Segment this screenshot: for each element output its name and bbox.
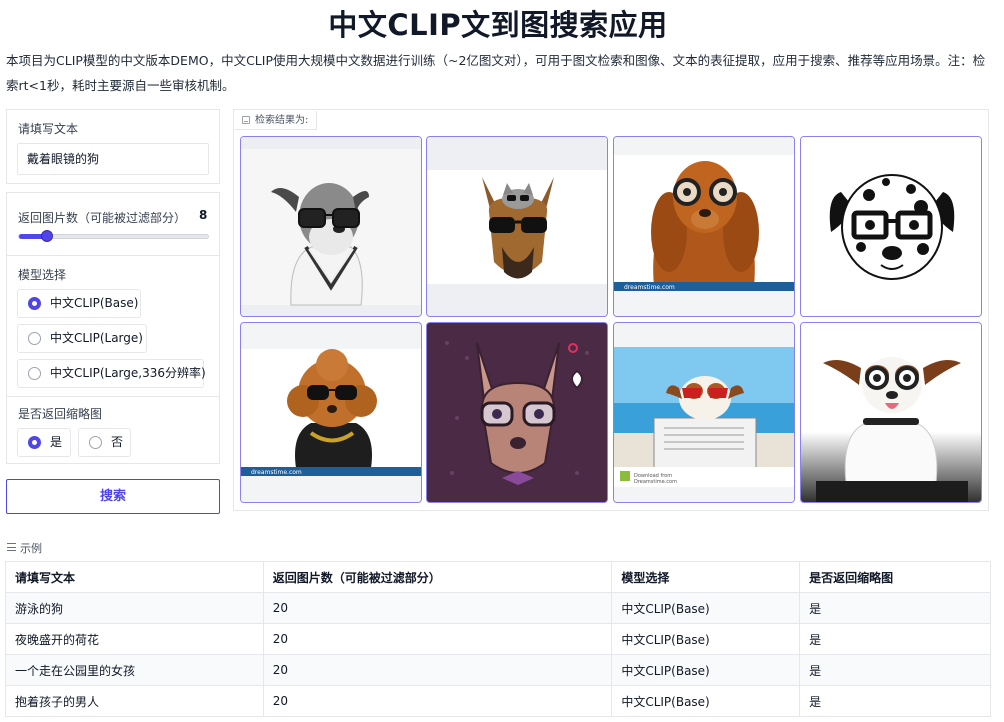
query-panel: 请填写文本 戴着眼镜的狗 [6,109,220,184]
result-image-7[interactable]: Download from Dreamstime.com [613,322,795,503]
thumbnail-option-2[interactable]: 否 [78,428,131,457]
model-option-label: 中文CLIP(Base) [50,296,139,310]
thumbnail-option-label: 是 [50,435,63,449]
radio-unselected-icon [28,367,41,380]
gallery-label: 检索结果为: [235,111,318,130]
result-image-3[interactable]: dreamstime.com [613,136,795,317]
thumbnail-option-label: 否 [111,435,124,449]
examples-cell: 20 [262,592,613,624]
count-slider[interactable] [18,230,209,242]
model-label: 模型选择 [18,268,67,282]
examples-header-cell: 返回图片数（可能被过滤部分） [262,561,613,593]
result-image-6[interactable] [426,322,608,503]
result-image-5[interactable]: dreamstime.com [240,322,422,503]
examples-header-cell: 请填写文本 [5,561,264,593]
svg-text:Dreamstime.com: Dreamstime.com [634,479,677,485]
result-image-2[interactable] [426,136,608,317]
thumbnail-label: 是否返回缩略图 [18,407,103,421]
examples-cell: 是 [799,623,991,655]
model-option-label: 中文CLIP(Large) [50,331,143,345]
examples-cell: 抱着孩子的男人 [5,685,264,717]
model-option-label: 中文CLIP(Large,336分辨率) [50,366,206,380]
examples-row[interactable]: 夜晚盛开的荷花 20 中文CLIP(Base) 是 [5,623,991,655]
gallery-label-text: 检索结果为: [255,115,309,126]
examples-row[interactable]: 一个走在公园里的女孩 20 中文CLIP(Base) 是 [5,654,991,686]
divider [7,396,219,397]
examples-cell: 游泳的狗 [5,592,264,624]
radio-selected-icon [28,297,41,310]
radio-selected-icon [28,436,41,449]
examples-cell: 中文CLIP(Base) [611,623,801,655]
examples-cell: 夜晚盛开的荷花 [5,623,264,655]
count-slider-thumb[interactable] [41,230,54,242]
examples-cell: 中文CLIP(Base) [611,592,801,624]
examples-header-row: 请填写文本 返回图片数（可能被过滤部分） 模型选择 是否返回缩略图 [5,561,991,593]
count-value[interactable]: 8 [199,208,207,222]
examples-cell: 是 [799,654,991,686]
svg-text:dreamstime.com: dreamstime.com [251,469,302,476]
model-option-2[interactable]: 中文CLIP(Large) [17,324,147,353]
result-image-8[interactable] [800,322,982,503]
result-image-1[interactable] [240,136,422,317]
settings-panel: 返回图片数（可能被过滤部分） 8 模型选择 中文CLIP(Base) 中文CLIP… [6,192,220,464]
divider [7,255,219,256]
svg-text:dreamstime.com: dreamstime.com [624,284,675,291]
query-label: 请填写文本 [18,122,79,136]
examples-cell: 是 [799,685,991,717]
examples-cell: 20 [262,654,613,686]
radio-unselected-icon [89,436,102,449]
list-icon [7,543,16,551]
examples-header-cell: 是否返回缩略图 [799,561,991,593]
model-option-3[interactable]: 中文CLIP(Large,336分辨率) [17,359,206,388]
examples-table: 请填写文本 返回图片数（可能被过滤部分） 模型选择 是否返回缩略图 游泳的狗 2… [5,561,991,717]
examples-row[interactable]: 抱着孩子的男人 20 中文CLIP(Base) 是 [5,685,991,717]
examples-cell: 中文CLIP(Base) [611,685,801,717]
search-button[interactable]: 搜索 [6,479,220,514]
examples-cell: 20 [262,623,613,655]
examples-cell: 中文CLIP(Base) [611,654,801,686]
page-title: 中文CLIP文到图搜索应用 [328,8,668,42]
examples-cell: 20 [262,685,613,717]
examples-header-cell: 模型选择 [611,561,801,593]
thumbnail-option-1[interactable]: 是 [17,428,71,457]
model-option-1[interactable]: 中文CLIP(Base) [17,289,141,318]
examples-label-text: 示例 [20,542,42,555]
radio-unselected-icon [28,332,41,345]
examples-row[interactable]: 游泳的狗 20 中文CLIP(Base) 是 [5,592,991,624]
image-icon [242,116,250,124]
page-description: 本项目为CLIP模型的中文版本DEMO，中文CLIP使用大规模中文数据进行训练（… [6,53,986,93]
query-input[interactable]: 戴着眼镜的狗 [17,143,209,175]
count-label: 返回图片数（可能被过滤部分） [18,211,187,225]
examples-label: 示例 [7,540,42,556]
result-image-4[interactable] [800,136,982,317]
result-gallery: 检索结果为: dreamstime.com dreamstime.com Dow… [233,109,989,511]
examples-cell: 是 [799,592,991,624]
examples-cell: 一个走在公园里的女孩 [5,654,264,686]
